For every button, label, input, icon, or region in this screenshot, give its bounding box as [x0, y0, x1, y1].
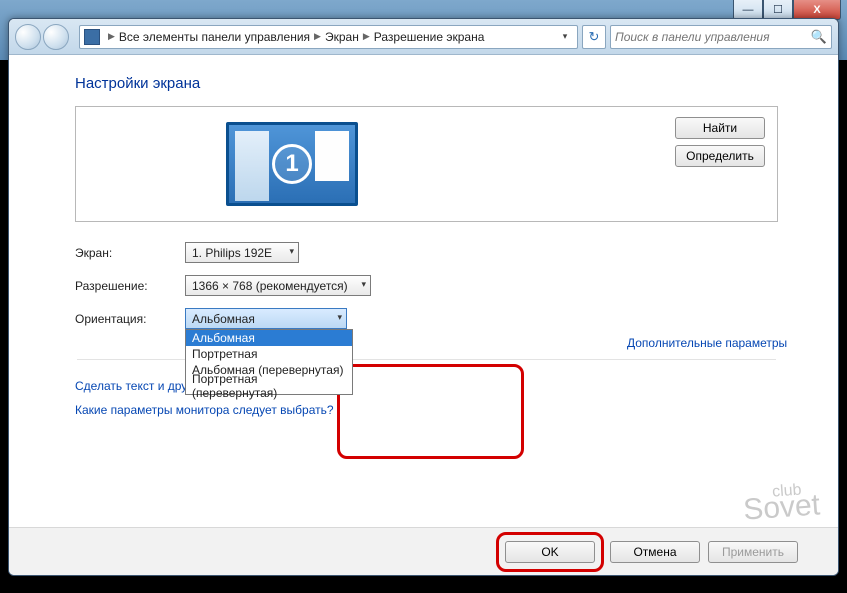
close-button[interactable]: X: [793, 0, 841, 20]
nav-buttons: [15, 24, 69, 50]
monitor-preview-panel: 1 Найти Определить: [75, 106, 778, 222]
orientation-option[interactable]: Портретная (перевернутая): [186, 378, 352, 394]
apply-button: Применить: [708, 541, 798, 563]
orientation-dropdown[interactable]: Альбомная Альбомная Портретная Альбомная…: [185, 308, 347, 329]
ok-button[interactable]: OK: [505, 541, 595, 563]
breadcrumb-item[interactable]: Разрешение экрана: [374, 30, 485, 44]
toolbar: ▶ Все элементы панели управления ▶ Экран…: [9, 19, 838, 55]
search-icon: 🔍: [811, 29, 827, 45]
orientation-dropdown-list: Альбомная Портретная Альбомная (переверн…: [185, 329, 353, 395]
breadcrumb-item[interactable]: Экран: [325, 30, 359, 44]
breadcrumb[interactable]: ▶ Все элементы панели управления ▶ Экран…: [79, 25, 578, 49]
content-area: Настройки экрана 1 Найти Определить Экра…: [9, 55, 838, 417]
display-dropdown[interactable]: 1. Philips 192E: [185, 242, 299, 263]
refresh-button[interactable]: ↻: [582, 25, 606, 49]
search-box[interactable]: 🔍: [610, 25, 832, 49]
breadcrumb-item[interactable]: Все элементы панели управления: [119, 30, 310, 44]
resolution-label: Разрешение:: [75, 279, 185, 293]
advanced-settings-link[interactable]: Дополнительные параметры: [627, 336, 787, 350]
identify-button[interactable]: Определить: [675, 145, 765, 167]
divider: [77, 359, 776, 360]
annotation-highlight: OK: [496, 532, 604, 572]
chevron-down-icon[interactable]: ▾: [557, 31, 573, 42]
chevron-right-icon: ▶: [363, 31, 370, 42]
orientation-label: Ориентация:: [75, 312, 185, 326]
forward-button[interactable]: [43, 24, 69, 50]
cancel-button[interactable]: Отмена: [610, 541, 700, 563]
orientation-option[interactable]: Портретная: [186, 346, 352, 362]
monitor-number-badge: 1: [272, 144, 312, 184]
bg-window-controls: — ☐ X: [733, 0, 841, 20]
resolution-dropdown[interactable]: 1366 × 768 (рекомендуется): [185, 275, 371, 296]
display-value: 1. Philips 192E: [192, 246, 272, 260]
chevron-right-icon: ▶: [314, 31, 321, 42]
refresh-icon: ↻: [589, 29, 600, 45]
resolution-value: 1366 × 768 (рекомендуется): [192, 279, 348, 293]
monitor-thumbnail[interactable]: 1: [226, 122, 358, 206]
control-panel-window: ▶ Все элементы панели управления ▶ Экран…: [8, 18, 839, 576]
back-button[interactable]: [15, 24, 41, 50]
control-panel-icon: [84, 29, 100, 45]
which-monitor-link[interactable]: Какие параметры монитора следует выбрать…: [75, 403, 334, 417]
find-button[interactable]: Найти: [675, 117, 765, 139]
display-label: Экран:: [75, 246, 185, 260]
dialog-buttons: OK Отмена Применить: [9, 527, 838, 575]
search-input[interactable]: [615, 30, 811, 44]
minimize-button[interactable]: —: [733, 0, 763, 20]
chevron-right-icon: ▶: [108, 31, 115, 42]
orientation-option[interactable]: Альбомная: [186, 330, 352, 346]
watermark: clubSovet: [742, 480, 821, 527]
orientation-value: Альбомная: [192, 312, 255, 326]
maximize-button[interactable]: ☐: [763, 0, 793, 20]
page-title: Настройки экрана: [75, 75, 778, 92]
